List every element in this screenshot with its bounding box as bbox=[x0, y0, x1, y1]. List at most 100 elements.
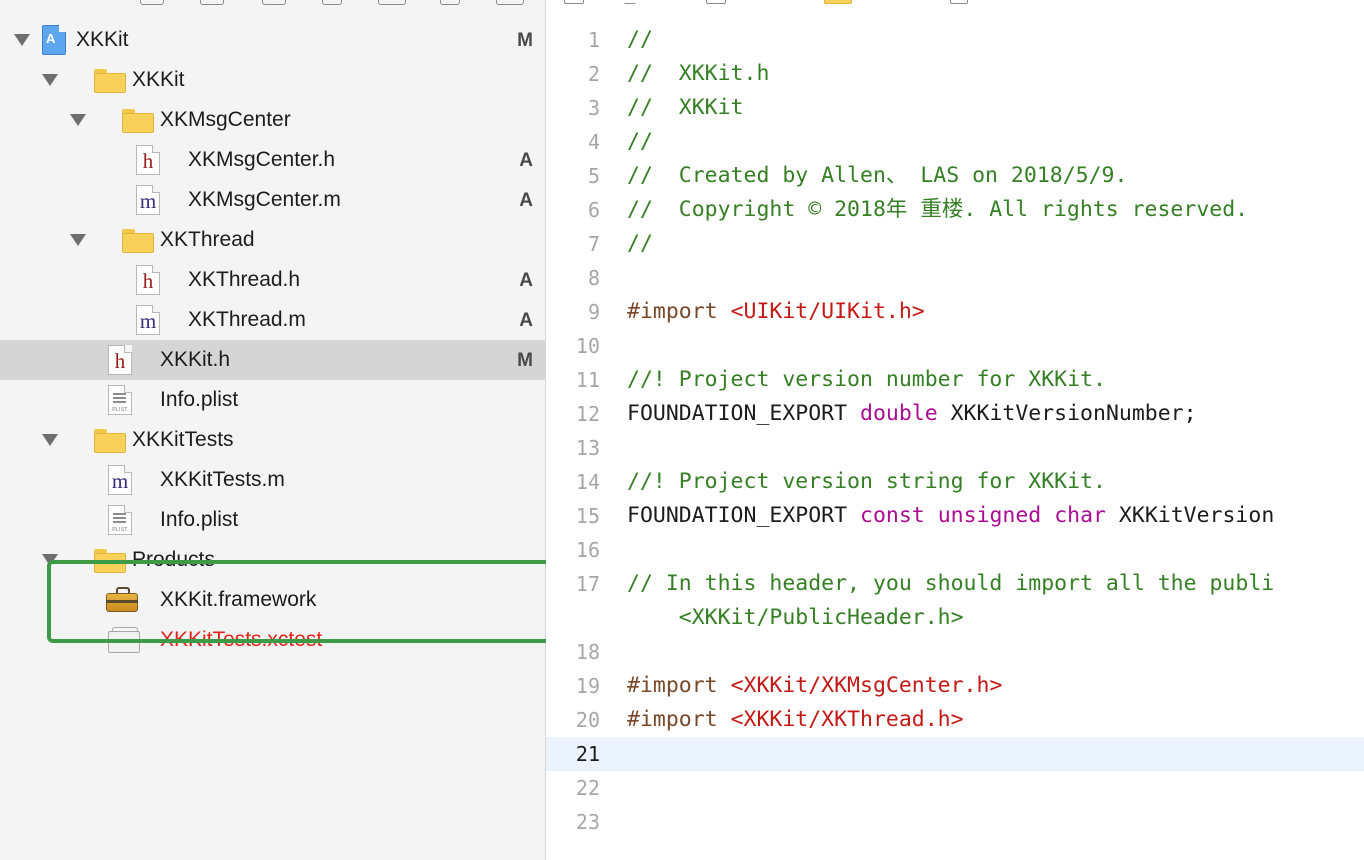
navigator-toolbar-button[interactable] bbox=[378, 0, 406, 5]
line-number[interactable]: 13 bbox=[546, 436, 600, 460]
navigator-row[interactable]: A XKKit M bbox=[0, 20, 545, 60]
related-items-icon[interactable] bbox=[564, 0, 584, 4]
line-number[interactable]: 22 bbox=[546, 776, 600, 800]
line-number[interactable]: 12 bbox=[546, 402, 600, 426]
code-line[interactable]: 11 //! Project version number for XKKit. bbox=[546, 363, 1364, 397]
code-text[interactable]: // XKKit bbox=[627, 96, 744, 120]
code-line[interactable]: 4 // bbox=[546, 125, 1364, 159]
line-number[interactable]: 14 bbox=[546, 470, 600, 494]
disclosure-triangle-icon[interactable] bbox=[70, 234, 86, 246]
navigator-row[interactable]: XKThread bbox=[0, 220, 545, 260]
navigator-row[interactable]: h XKThread.h A bbox=[0, 260, 545, 300]
navigator-row[interactable]: XKKit.framework bbox=[0, 580, 545, 620]
code-text[interactable]: // In this header, you should import all… bbox=[627, 572, 1274, 596]
code-line[interactable]: 9 #import <UIKit/UIKit.h> bbox=[546, 295, 1364, 329]
code-line[interactable]: 12 FOUNDATION_EXPORT double XKKitVersionN… bbox=[546, 397, 1364, 431]
line-number[interactable]: 6 bbox=[546, 198, 600, 222]
line-number[interactable]: 11 bbox=[546, 368, 600, 392]
navigator-row[interactable]: XKKitTests.xctest bbox=[0, 620, 545, 660]
code-text[interactable]: //! Project version number for XKKit. bbox=[627, 368, 1106, 392]
navigator-row[interactable]: XKKitTests bbox=[0, 420, 545, 460]
source-editor[interactable]: 1 // 2 // XKKit.h 3 // XKKit 4 // 5 // Created by… bbox=[546, 0, 1364, 860]
code-line[interactable]: 10 bbox=[546, 329, 1364, 363]
navigator-row[interactable]: PLIST Info.plist bbox=[0, 380, 545, 420]
line-number[interactable]: 8 bbox=[546, 266, 600, 290]
line-number[interactable]: 15 bbox=[546, 504, 600, 528]
line-number[interactable]: 7 bbox=[546, 232, 600, 256]
line-number[interactable]: 20 bbox=[546, 708, 600, 732]
navigator-toolbar-button[interactable] bbox=[140, 0, 164, 5]
line-number[interactable]: 18 bbox=[546, 640, 600, 664]
line-number[interactable]: 21 bbox=[546, 742, 600, 766]
navigator-row[interactable]: PLIST Info.plist bbox=[0, 500, 545, 540]
code-line[interactable]: 20 #import <XKKit/XKThread.h> bbox=[546, 703, 1364, 737]
line-number[interactable]: 2 bbox=[546, 62, 600, 86]
code-line[interactable]: 17 // In this header, you should import a… bbox=[546, 567, 1364, 601]
code-line[interactable]: 16 bbox=[546, 533, 1364, 567]
code-line[interactable]: 8 bbox=[546, 261, 1364, 295]
code-line[interactable]: 18 bbox=[546, 635, 1364, 669]
code-line[interactable]: 23 bbox=[546, 805, 1364, 839]
current-code-line[interactable]: 21 bbox=[546, 737, 1364, 771]
line-number[interactable]: 4 bbox=[546, 130, 600, 154]
jump-bar-file-icon[interactable] bbox=[950, 0, 968, 4]
disclosure-triangle-icon[interactable] bbox=[42, 434, 58, 446]
code-line[interactable]: 14 //! Project version string for XKKit. bbox=[546, 465, 1364, 499]
code-line[interactable]: 1 // bbox=[546, 23, 1364, 57]
line-number[interactable]: 5 bbox=[546, 164, 600, 188]
disclosure-triangle-icon[interactable] bbox=[42, 74, 58, 86]
code-line[interactable]: 13 bbox=[546, 431, 1364, 465]
line-number[interactable]: 9 bbox=[546, 300, 600, 324]
code-token-comment: //! Project version number for XKKit. bbox=[627, 367, 1106, 392]
navigator-row[interactable]: XKMsgCenter bbox=[0, 100, 545, 140]
navigator-toolbar-button[interactable] bbox=[200, 0, 224, 5]
jump-bar-folder-icon[interactable] bbox=[824, 0, 852, 4]
code-text[interactable]: // bbox=[627, 130, 653, 154]
navigator-row[interactable]: XKKit bbox=[0, 60, 545, 100]
code-line[interactable]: 7 // bbox=[546, 227, 1364, 261]
disclosure-triangle-icon[interactable] bbox=[14, 34, 30, 46]
code-line[interactable]: <XKKit/PublicHeader.h> bbox=[546, 601, 1364, 635]
code-line[interactable]: 22 bbox=[546, 771, 1364, 805]
disclosure-triangle-icon[interactable] bbox=[70, 114, 86, 126]
code-line[interactable]: 3 // XKKit bbox=[546, 91, 1364, 125]
back-arrow-icon[interactable] bbox=[624, 0, 636, 4]
navigator-row[interactable]: Products bbox=[0, 540, 545, 580]
code-text[interactable]: // bbox=[627, 232, 653, 256]
code-text[interactable]: <XKKit/PublicHeader.h> bbox=[627, 606, 964, 630]
line-number[interactable]: 16 bbox=[546, 538, 600, 562]
navigator-row[interactable]: m XKKitTests.m bbox=[0, 460, 545, 500]
code-text[interactable]: FOUNDATION_EXPORT double XKKitVersionNum… bbox=[627, 402, 1197, 426]
line-number[interactable]: 10 bbox=[546, 334, 600, 358]
code-text[interactable]: #import <XKKit/XKThread.h> bbox=[627, 708, 964, 732]
navigator-toolbar-button[interactable] bbox=[322, 0, 342, 5]
code-text[interactable]: FOUNDATION_EXPORT const unsigned char XK… bbox=[627, 504, 1274, 528]
jump-bar-project-icon[interactable] bbox=[706, 0, 726, 4]
navigator-row[interactable]: h XKKit.h M bbox=[0, 340, 545, 380]
code-text[interactable]: // XKKit.h bbox=[627, 62, 769, 86]
code-text[interactable]: // bbox=[627, 28, 653, 52]
code-text[interactable]: // Created by Allen、 LAS on 2018/5/9. bbox=[627, 164, 1127, 188]
line-number[interactable]: 3 bbox=[546, 96, 600, 120]
navigator-row[interactable]: m XKMsgCenter.m A bbox=[0, 180, 545, 220]
code-line[interactable]: 19 #import <XKKit/XKMsgCenter.h> bbox=[546, 669, 1364, 703]
navigator-row[interactable]: m XKThread.m A bbox=[0, 300, 545, 340]
navigator-row[interactable]: h XKMsgCenter.h A bbox=[0, 140, 545, 180]
navigator-toolbar-button[interactable] bbox=[440, 0, 460, 5]
code-line[interactable]: 6 // Copyright © 2018年 重楼. All rights res… bbox=[546, 193, 1364, 227]
code-text[interactable]: // Copyright © 2018年 重楼. All rights rese… bbox=[627, 198, 1248, 222]
line-number[interactable]: 17 bbox=[546, 572, 600, 596]
disclosure-triangle-icon[interactable] bbox=[42, 554, 58, 566]
navigator-row-label: XKThread bbox=[160, 228, 255, 251]
code-line[interactable]: 15 FOUNDATION_EXPORT const unsigned char … bbox=[546, 499, 1364, 533]
navigator-toolbar-button[interactable] bbox=[496, 0, 524, 5]
line-number[interactable]: 23 bbox=[546, 810, 600, 834]
code-text[interactable]: //! Project version string for XKKit. bbox=[627, 470, 1106, 494]
line-number[interactable]: 1 bbox=[546, 28, 600, 52]
code-line[interactable]: 5 // Created by Allen、 LAS on 2018/5/9. bbox=[546, 159, 1364, 193]
code-text[interactable]: #import <UIKit/UIKit.h> bbox=[627, 300, 925, 324]
code-line[interactable]: 2 // XKKit.h bbox=[546, 57, 1364, 91]
navigator-toolbar-button[interactable] bbox=[262, 0, 286, 5]
code-text[interactable]: #import <XKKit/XKMsgCenter.h> bbox=[627, 674, 1002, 698]
line-number[interactable]: 19 bbox=[546, 674, 600, 698]
